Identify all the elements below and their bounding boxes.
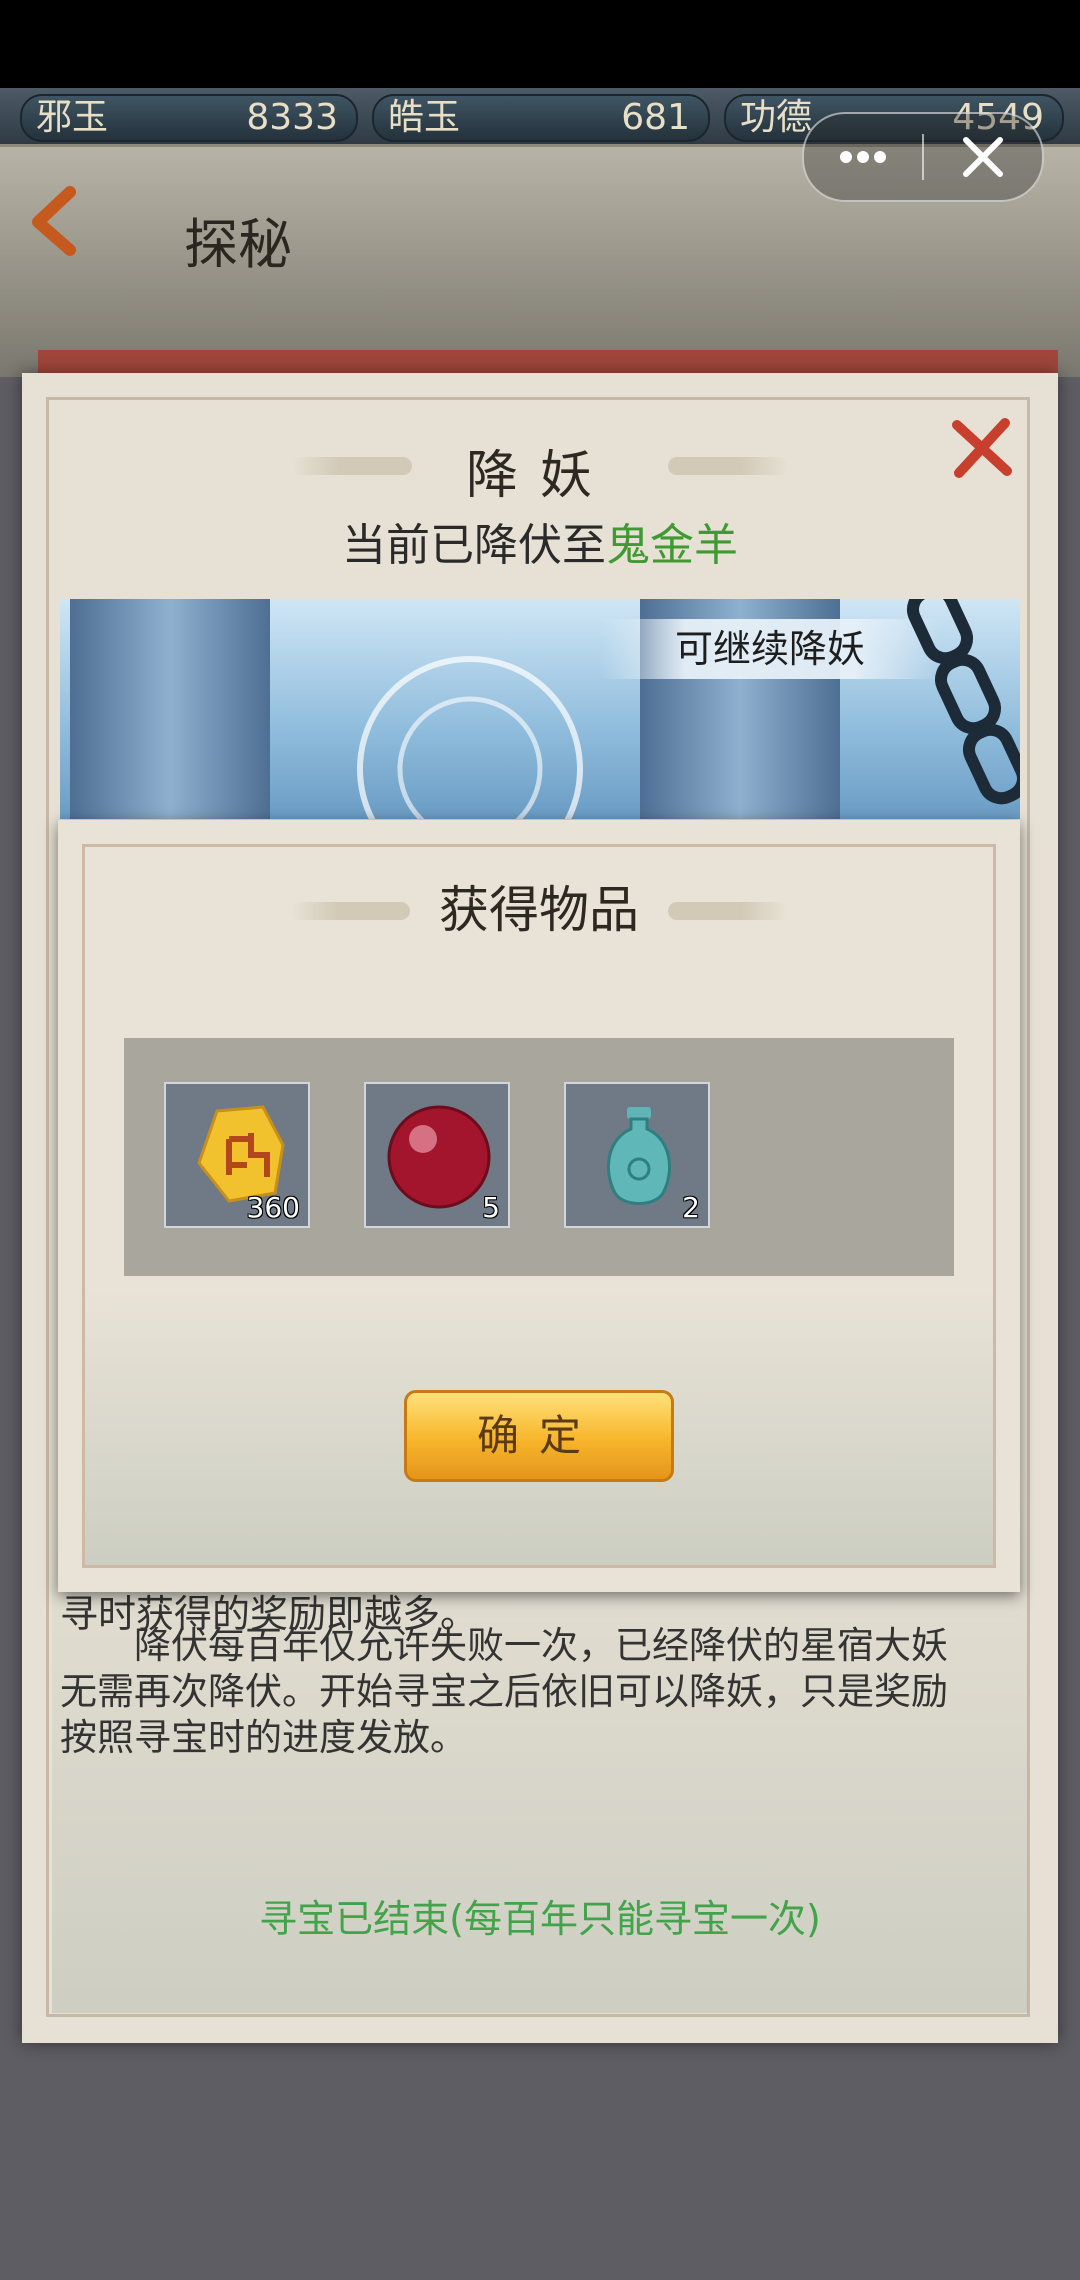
treasure-status: 寻宝已结束(每百年只能寻宝一次) — [259, 1897, 821, 1941]
currency-name: 邪玉 — [36, 97, 109, 138]
banner-label: 可继续降妖 — [600, 619, 940, 679]
red-orb-icon — [387, 1105, 491, 1209]
subdue-banner[interactable]: 可继续降妖 — [60, 599, 1020, 819]
confirm-button[interactable]: 确定 — [404, 1390, 674, 1482]
item-count: 2 — [682, 1191, 700, 1224]
item-slot[interactable]: 2 — [564, 1082, 710, 1228]
currency-haoyu: 皓玉 681 — [372, 94, 710, 142]
currency-name: 功德 — [740, 97, 813, 138]
popup-title: 获得物品 — [439, 881, 639, 939]
more-button[interactable] — [804, 114, 922, 200]
items-panel: 360 5 2 — [124, 1038, 954, 1276]
rewards-popup: 获得物品 360 5 2 确定 — [58, 820, 1020, 1592]
status-bar — [0, 0, 1080, 88]
description-line: 按照寻宝时的进度发放。 — [60, 1716, 467, 1759]
item-count: 5 — [482, 1191, 500, 1224]
currency-xieyu: 邪玉 8333 — [20, 94, 358, 142]
currency-name: 皓玉 — [388, 97, 461, 138]
close-icon — [963, 137, 1003, 177]
description-line: 无需再次降伏。开始寻宝之后依旧可以降妖，只是奖励 — [60, 1670, 948, 1713]
back-arrow-icon — [32, 186, 76, 256]
dialog-close-button[interactable] — [947, 413, 1017, 483]
dialog-title: 降妖 — [465, 446, 614, 506]
back-button[interactable] — [20, 180, 100, 260]
close-program-button[interactable] — [924, 114, 1042, 200]
jade-vase-icon — [607, 1107, 671, 1205]
red-close-icon — [952, 418, 1012, 478]
item-count: 360 — [246, 1191, 300, 1224]
currency-value: 681 — [621, 97, 690, 138]
status-prefix: 当前已降伏至 — [342, 520, 606, 571]
banner-pillar-left — [70, 599, 270, 819]
item-slot[interactable]: 360 — [164, 1082, 310, 1228]
description-line: 降伏每百年仅允许失败一次，已经降伏的星宿大妖 — [60, 1624, 948, 1667]
page-title: 探秘 — [184, 213, 292, 276]
mini-program-capsule — [802, 112, 1044, 202]
chain-icon — [907, 599, 1020, 805]
more-dots-icon — [840, 151, 886, 163]
subdue-status: 当前已降伏至鬼金羊 — [22, 509, 1058, 573]
description: 降伏每百年仅允许失败一次，已经降伏的星宿大妖 无需再次降伏。开始寻宝之后依旧可以… — [60, 1623, 1020, 1761]
current-monster: 鬼金羊 — [606, 520, 738, 571]
item-slot[interactable]: 5 — [364, 1082, 510, 1228]
seal-emblem-icon — [357, 656, 583, 819]
currency-value: 8333 — [246, 97, 338, 138]
